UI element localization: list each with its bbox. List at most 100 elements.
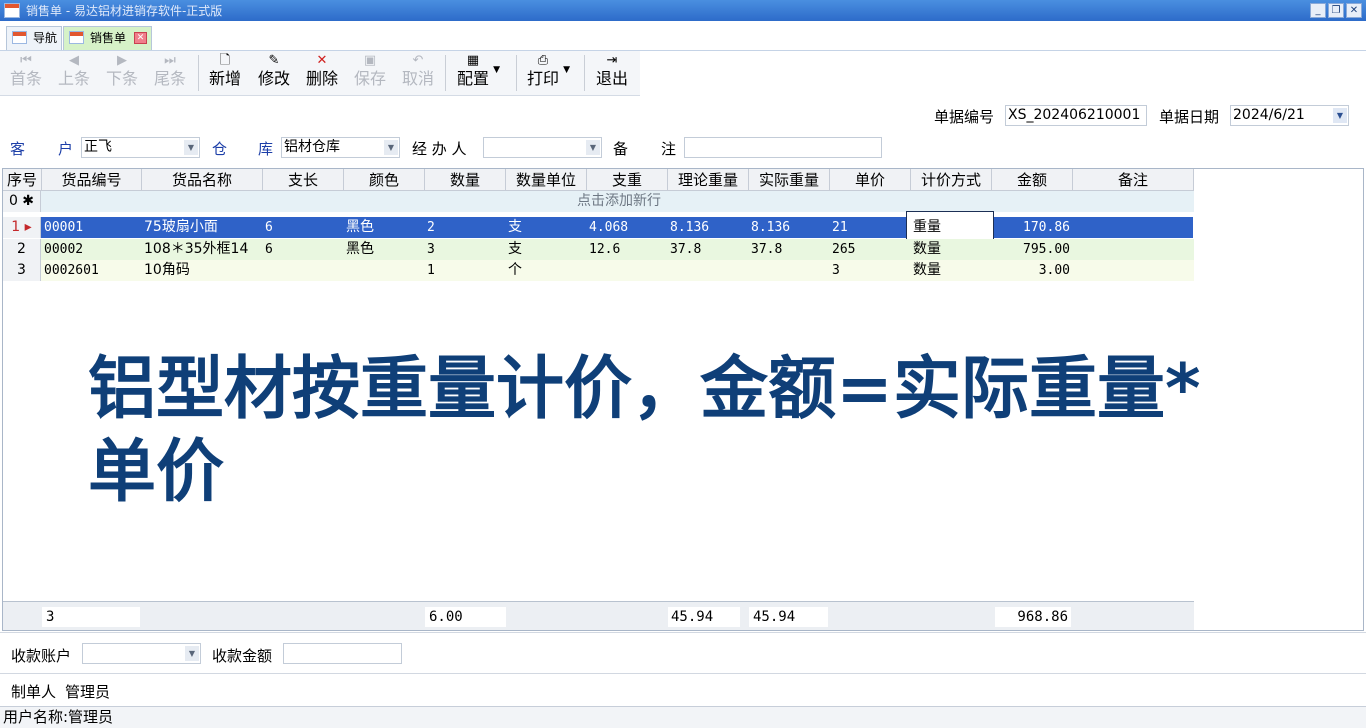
column-header-price[interactable]: 单价 bbox=[830, 169, 911, 191]
save-icon: ▣ bbox=[363, 53, 377, 68]
title-bar: 销售单 - 易达铝材进销存软件-正式版 _ ❐ ✕ bbox=[0, 0, 1366, 21]
first-record-button[interactable]: ⏮ 首条 bbox=[8, 51, 44, 95]
column-header-length[interactable]: 支长 bbox=[263, 169, 344, 191]
exit-button[interactable]: ⇥ 退出 bbox=[594, 51, 630, 95]
toolbar-separator bbox=[198, 55, 199, 91]
save-button[interactable]: ▣ 保存 bbox=[352, 51, 388, 95]
chevron-down-icon[interactable]: ▼ bbox=[184, 140, 198, 155]
remark-label-part1: 备 bbox=[613, 140, 629, 158]
config-button[interactable]: ▦ 配置 ▼ bbox=[455, 51, 500, 95]
column-header-unit[interactable]: 数量单位 bbox=[506, 169, 587, 191]
payment-account-select[interactable]: ▼ bbox=[82, 643, 201, 664]
doc-no-label: 单据编号 bbox=[934, 108, 995, 126]
cell-length: 6 bbox=[265, 220, 273, 235]
total-count: 3 bbox=[42, 607, 140, 627]
tab-label: 导航 bbox=[33, 31, 58, 45]
toolbar-separator bbox=[584, 55, 585, 91]
grid-totals-row: 3 6.00 45.94 45.94 968.86 bbox=[3, 601, 1194, 630]
column-header-name[interactable]: 货品名称 bbox=[142, 169, 263, 191]
handler-select[interactable]: ▼ bbox=[483, 137, 602, 158]
column-header-amount[interactable]: 金额 bbox=[992, 169, 1073, 191]
delete-button[interactable]: ✕ 删除 bbox=[304, 51, 340, 95]
cell-amount: 170.86 bbox=[1023, 220, 1070, 235]
toolbar: ⏮ 首条 ◀ 上条 ▶ 下条 ⏭ 尾条 🗋 新增 ✎ 修改 ✕ 删除 ▣ 保存 ↶ 取消 ▦ 配置 … bbox=[0, 51, 640, 96]
cell-amount: 3.00 bbox=[1038, 263, 1070, 278]
column-header-pricing[interactable]: 计价方式 bbox=[911, 169, 992, 191]
close-button[interactable]: ✕ bbox=[1346, 3, 1362, 18]
first-icon: ⏮ bbox=[20, 53, 32, 68]
last-record-button[interactable]: ⏭ 尾条 bbox=[152, 51, 188, 95]
cell-code: 0002601 bbox=[44, 263, 99, 278]
chevron-down-icon[interactable]: ▼ bbox=[384, 140, 398, 155]
column-header-remark[interactable]: 备注 bbox=[1073, 169, 1194, 191]
doc-no-field[interactable]: XS_202406210001 bbox=[1005, 105, 1147, 126]
cell-length: 6 bbox=[265, 242, 273, 257]
total-amount: 968.86 bbox=[995, 607, 1071, 627]
doc-date-value: 2024/6/21 bbox=[1233, 107, 1305, 123]
cell-color bbox=[344, 260, 425, 281]
cell-pricing: 数量 bbox=[913, 262, 941, 278]
tab-sales-order[interactable]: 销售单 ✕ bbox=[63, 26, 152, 50]
row-number: 0 ✱ bbox=[3, 191, 41, 212]
row-number: 3 bbox=[3, 260, 41, 281]
delete-icon: ✕ bbox=[316, 53, 328, 68]
close-tab-icon[interactable]: ✕ bbox=[134, 32, 147, 44]
cell-code: 00002 bbox=[44, 242, 84, 257]
minimize-button[interactable]: _ bbox=[1310, 3, 1326, 18]
prev-record-button[interactable]: ◀ 上条 bbox=[56, 51, 92, 95]
maker-name: 管理员 bbox=[65, 683, 111, 701]
cell-qty: 3 bbox=[427, 242, 435, 257]
chevron-down-icon[interactable]: ▼ bbox=[586, 140, 600, 155]
column-header-qty[interactable]: 数量 bbox=[425, 169, 506, 191]
edit-icon: ✎ bbox=[268, 53, 280, 68]
cell-unit: 支 bbox=[508, 219, 522, 235]
add-row[interactable]: 0 ✱ 点击添加新行 bbox=[3, 191, 1194, 212]
tab-label: 销售单 bbox=[90, 31, 127, 45]
print-button[interactable]: ⎙ 打印 ▼ bbox=[525, 51, 570, 95]
cell-pricing: 数量 bbox=[913, 241, 941, 257]
column-header-color[interactable]: 颜色 bbox=[344, 169, 425, 191]
column-header-actual-weight[interactable]: 实际重量 bbox=[749, 169, 830, 191]
column-header-code[interactable]: 货品编号 bbox=[42, 169, 142, 191]
total-actual-weight: 45.94 bbox=[749, 607, 828, 627]
next-icon: ▶ bbox=[117, 53, 127, 68]
table-row[interactable]: 2 00002 108＊35外框14 6 黑色 3 支 12.6 37.8 37… bbox=[3, 239, 1194, 260]
add-button[interactable]: 🗋 新增 bbox=[207, 51, 243, 95]
edit-button[interactable]: ✎ 修改 bbox=[256, 51, 292, 95]
doc-date-picker[interactable]: 2024/6/21 ▼ bbox=[1230, 105, 1349, 126]
restore-button[interactable]: ❐ bbox=[1328, 3, 1344, 18]
tab-navigation[interactable]: 导航 bbox=[6, 26, 62, 50]
customer-label-part1: 客 bbox=[10, 140, 26, 158]
toolbar-separator bbox=[516, 55, 517, 91]
cell-actual-weight: 8.136 bbox=[751, 220, 791, 235]
chevron-down-icon: ▼ bbox=[563, 65, 570, 75]
customer-select[interactable]: 正飞 ▼ bbox=[81, 137, 200, 158]
cell-unit: 支 bbox=[508, 241, 522, 257]
handler-label: 经 办 人 bbox=[412, 140, 467, 158]
cell-theory-weight: 37.8 bbox=[670, 242, 702, 257]
chevron-down-icon[interactable]: ▼ bbox=[185, 646, 199, 661]
cell-qty: 2 bbox=[427, 220, 435, 235]
column-header-no[interactable]: 序号 bbox=[3, 169, 42, 191]
cell-theory-weight bbox=[668, 260, 749, 281]
table-row[interactable]: 1 ▸ 00001 75玻扇小面 6 黑色 2 支 4.068 8.136 8.… bbox=[3, 211, 1193, 243]
exit-door-icon: ⇥ bbox=[606, 53, 618, 68]
table-row[interactable]: 3 0002601 10角码 1 个 3 数量 3.00 bbox=[3, 260, 1194, 281]
customer-value: 正飞 bbox=[84, 139, 112, 155]
warehouse-select[interactable]: 铝材仓库 ▼ bbox=[281, 137, 400, 158]
payment-amount-input[interactable] bbox=[283, 643, 402, 664]
window-title: 销售单 - 易达铝材进销存软件-正式版 bbox=[26, 4, 223, 18]
cell-actual-weight: 37.8 bbox=[751, 242, 783, 257]
cell-unit-weight: 4.068 bbox=[589, 220, 629, 235]
cell-price: 21 bbox=[832, 220, 848, 235]
cancel-button[interactable]: ↶ 取消 bbox=[400, 51, 436, 95]
maker-label: 制单人 bbox=[11, 683, 57, 701]
remark-input[interactable] bbox=[684, 137, 882, 158]
warehouse-label-part1: 仓 bbox=[212, 140, 228, 158]
next-record-button[interactable]: ▶ 下条 bbox=[104, 51, 140, 95]
remark-label-part2: 注 bbox=[661, 140, 677, 158]
column-header-theory-weight[interactable]: 理论重量 bbox=[668, 169, 749, 191]
column-header-unit-weight[interactable]: 支重 bbox=[587, 169, 668, 191]
calendar-dropdown-icon[interactable]: ▼ bbox=[1333, 108, 1347, 123]
payment-amount-label: 收款金额 bbox=[212, 647, 273, 665]
